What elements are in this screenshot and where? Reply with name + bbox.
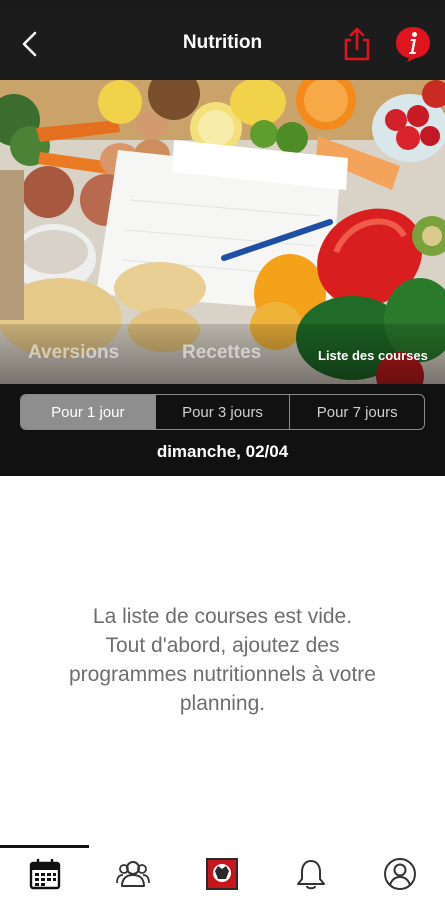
bottom-tab-bar	[0, 845, 445, 900]
share-icon[interactable]	[340, 26, 374, 62]
empty-message-line: planning.	[179, 692, 266, 715]
period-3-days-button[interactable]: Pour 3 jours	[156, 395, 291, 429]
period-segmented-control: Pour 1 jour Pour 3 jours Pour 7 jours	[20, 394, 425, 430]
calendar-icon[interactable]	[28, 857, 62, 891]
status-bar	[0, 0, 445, 8]
app-header: Nutrition	[0, 8, 445, 80]
period-7-days-button[interactable]: Pour 7 jours	[290, 395, 424, 429]
club-logo-icon[interactable]	[205, 857, 239, 891]
profile-icon[interactable]	[383, 857, 417, 891]
empty-shopping-list-message: La liste de courses est vide. Tout d'abo…	[30, 602, 415, 718]
empty-message-line: Tout d'abord, ajoutez des	[105, 634, 340, 657]
active-tab-indicator	[0, 845, 89, 848]
info-icon[interactable]	[394, 25, 432, 63]
bell-icon[interactable]	[294, 857, 328, 891]
users-icon[interactable]	[116, 857, 150, 891]
period-1-day-button[interactable]: Pour 1 jour	[21, 395, 156, 429]
nutrition-banner: Aversions Recettes Liste des courses	[0, 80, 445, 384]
date-label: dimanche, 02/04	[156, 442, 289, 461]
empty-message-line: programmes nutritionnels à votre	[69, 663, 376, 686]
empty-message-line: La liste de courses est vide.	[92, 605, 353, 628]
period-selector-bar: Pour 1 jour Pour 3 jours Pour 7 jours di…	[0, 384, 445, 476]
tab-aversions[interactable]: Aversions	[28, 342, 119, 364]
page-title: Nutrition	[182, 32, 263, 53]
tab-recettes[interactable]: Recettes	[182, 342, 261, 364]
tab-liste-des-courses[interactable]: Liste des courses	[318, 348, 428, 363]
